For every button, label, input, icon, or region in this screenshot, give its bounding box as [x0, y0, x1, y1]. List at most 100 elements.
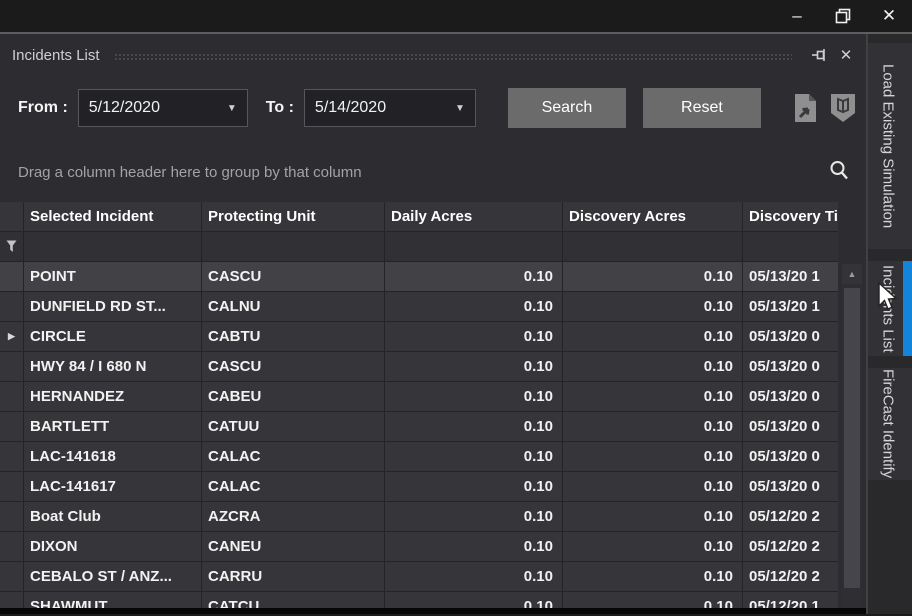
cell-daily: 0.10	[385, 442, 563, 471]
row-indicator	[0, 382, 24, 411]
column-header-discovery-time[interactable]: Discovery Time	[743, 202, 838, 231]
table-row[interactable]: HERNANDEZCABEU0.100.1005/13/20 0	[0, 382, 838, 412]
cell-incident: BARTLETT	[24, 412, 202, 441]
cell-unit: CASCU	[202, 262, 385, 291]
filter-funnel-icon[interactable]	[0, 232, 24, 261]
row-indicator	[0, 502, 24, 531]
filter-cell[interactable]	[202, 232, 385, 261]
tab-load-existing-simulation[interactable]: Load Existing Simulation	[868, 43, 912, 249]
cell-unit: AZCRA	[202, 502, 385, 531]
vertical-scrollbar[interactable]: ▲	[842, 264, 862, 614]
cell-time: 05/12/20 2	[743, 532, 838, 561]
row-indicator	[0, 262, 24, 291]
cell-time: 05/13/20 0	[743, 322, 838, 351]
scroll-up-icon[interactable]: ▲	[842, 264, 862, 284]
from-date-dropdown[interactable]: 5/12/2020 ▼	[78, 89, 248, 127]
drag-grip[interactable]	[114, 53, 792, 62]
table-row[interactable]: LAC-141618CALAC0.100.1005/13/20 0	[0, 442, 838, 472]
panel-header[interactable]: Incidents List ✕	[0, 40, 866, 70]
group-by-bar[interactable]: Drag a column header here to group by th…	[0, 152, 866, 192]
incidents-grid: Selected Incident Protecting Unit Daily …	[0, 202, 866, 614]
table-row[interactable]: POINTCASCU0.100.1005/13/20 1	[0, 262, 838, 292]
panel-title: Incidents List	[12, 47, 100, 64]
cell-discovery: 0.10	[563, 442, 743, 471]
row-indicator	[0, 352, 24, 381]
column-header-protecting-unit[interactable]: Protecting Unit	[202, 202, 385, 231]
map-icon[interactable]	[828, 91, 858, 125]
table-row[interactable]: DIXONCANEU0.100.1005/12/20 2	[0, 532, 838, 562]
column-header-selected-incident[interactable]: Selected Incident	[24, 202, 202, 231]
table-row[interactable]: HWY 84 / I 680 NCASCU0.100.1005/13/20 0	[0, 352, 838, 382]
cell-daily: 0.10	[385, 412, 563, 441]
cell-incident: CIRCLE	[24, 322, 202, 351]
table-row[interactable]: ▶CIRCLECABTU0.100.1005/13/20 0	[0, 322, 838, 352]
scrollbar-thumb[interactable]	[844, 288, 860, 588]
cell-discovery: 0.10	[563, 532, 743, 561]
cell-unit: CATUU	[202, 412, 385, 441]
cell-time: 05/13/20 0	[743, 382, 838, 411]
cell-discovery: 0.10	[563, 292, 743, 321]
to-label: To :	[266, 99, 294, 117]
cell-unit: CALAC	[202, 472, 385, 501]
cell-daily: 0.10	[385, 322, 563, 351]
cell-daily: 0.10	[385, 352, 563, 381]
cell-incident: LAC-141617	[24, 472, 202, 501]
cell-incident: HWY 84 / I 680 N	[24, 352, 202, 381]
tab-firecast-identify[interactable]: FireCast Identify	[868, 368, 912, 480]
table-row[interactable]: BARTLETTCATUU0.100.1005/13/20 0	[0, 412, 838, 442]
cell-daily: 0.10	[385, 262, 563, 291]
cell-unit: CALNU	[202, 292, 385, 321]
cell-incident: LAC-141618	[24, 442, 202, 471]
cell-unit: CABTU	[202, 322, 385, 351]
cell-incident: POINT	[24, 262, 202, 291]
chevron-down-icon: ▼	[455, 103, 465, 114]
from-date-value: 5/12/2020	[89, 99, 227, 117]
filter-cell[interactable]	[24, 232, 202, 261]
tab-incidents-list[interactable]: Incidents List	[868, 261, 912, 356]
close-button[interactable]: ✕	[866, 1, 912, 31]
cell-time: 05/12/20 2	[743, 562, 838, 591]
cell-daily: 0.10	[385, 502, 563, 531]
row-indicator	[0, 532, 24, 561]
window-titlebar: – ✕	[0, 0, 912, 34]
cell-daily: 0.10	[385, 562, 563, 591]
cell-daily: 0.10	[385, 472, 563, 501]
row-indicator	[0, 442, 24, 471]
cell-time: 05/13/20 0	[743, 442, 838, 471]
row-indicator	[0, 292, 24, 321]
panel-close-icon[interactable]: ✕	[836, 45, 856, 65]
table-row[interactable]: LAC-141617CALAC0.100.1005/13/20 0	[0, 472, 838, 502]
cell-time: 05/12/20 2	[743, 502, 838, 531]
cell-unit: CALAC	[202, 442, 385, 471]
table-row[interactable]: DUNFIELD RD ST...CALNU0.100.1005/13/20 1	[0, 292, 838, 322]
cell-time: 05/13/20 0	[743, 472, 838, 501]
table-row[interactable]: Boat ClubAZCRA0.100.1005/12/20 2	[0, 502, 838, 532]
filter-bar: From : 5/12/2020 ▼ To : 5/14/2020 ▼ Sear…	[0, 88, 866, 128]
search-button[interactable]: Search	[508, 88, 626, 128]
cell-discovery: 0.10	[563, 352, 743, 381]
pin-icon[interactable]	[810, 45, 830, 65]
to-date-dropdown[interactable]: 5/14/2020 ▼	[304, 89, 476, 127]
reset-button[interactable]: Reset	[643, 88, 761, 128]
column-header-discovery-acres[interactable]: Discovery Acres	[563, 202, 743, 231]
column-header-daily-acres[interactable]: Daily Acres	[385, 202, 563, 231]
cell-discovery: 0.10	[563, 562, 743, 591]
restore-icon[interactable]	[820, 1, 866, 31]
to-date-value: 5/14/2020	[315, 99, 455, 117]
table-row[interactable]: CEBALO ST / ANZ...CARRU0.100.1005/12/20 …	[0, 562, 838, 592]
cell-discovery: 0.10	[563, 412, 743, 441]
filter-cell[interactable]	[563, 232, 743, 261]
filter-cell[interactable]	[385, 232, 563, 261]
filter-cell[interactable]	[743, 232, 838, 261]
group-by-hint: Drag a column header here to group by th…	[18, 164, 828, 181]
header-indicator	[0, 202, 24, 231]
search-icon[interactable]	[828, 159, 850, 186]
minimize-button[interactable]: –	[774, 1, 820, 31]
cell-daily: 0.10	[385, 292, 563, 321]
cell-incident: HERNANDEZ	[24, 382, 202, 411]
row-indicator	[0, 412, 24, 441]
cell-daily: 0.10	[385, 382, 563, 411]
cell-incident: DIXON	[24, 532, 202, 561]
grid-body: POINTCASCU0.100.1005/13/20 1DUNFIELD RD …	[0, 262, 838, 614]
export-file-icon[interactable]	[790, 91, 820, 125]
